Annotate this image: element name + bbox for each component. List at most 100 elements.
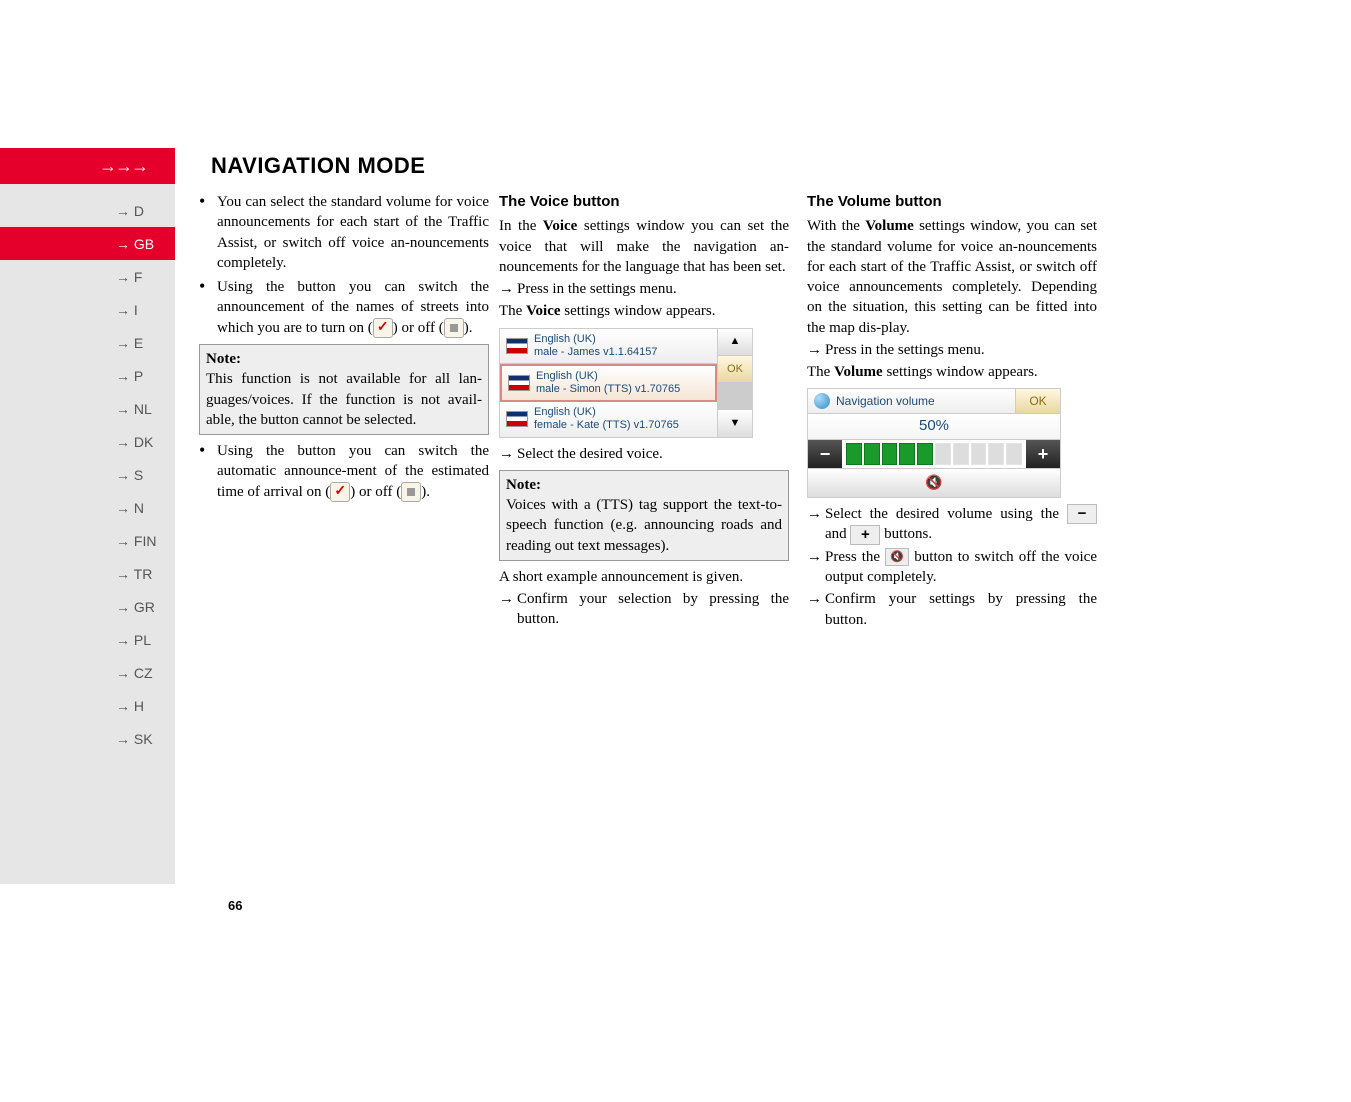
flag-icon [506, 338, 528, 354]
voice-option-text: English (UK)female - Kate (TTS) v1.70765 [534, 406, 679, 432]
sidebar-item[interactable]: → F [0, 260, 175, 293]
plus-button-inline: + [850, 525, 880, 545]
mute-button-inline: 🔇 [885, 548, 909, 566]
volume-panel: Navigation volume OK 50% − + 🔇 [807, 388, 1061, 497]
flag-icon [506, 411, 528, 427]
arrow-icon: → [807, 340, 825, 360]
flag-icon [508, 375, 530, 391]
sidebar-item[interactable]: → GR [0, 590, 175, 623]
volume-segment [846, 443, 862, 465]
sidebar-item[interactable]: → TR [0, 557, 175, 590]
voice-list-panel: English (UK)male - James v1.1.64157 Engli… [499, 328, 753, 438]
voice-list-side: ▲ OK ▼ [717, 329, 752, 437]
instruction-mute: → Press the 🔇 button to switch off the v… [807, 547, 1097, 588]
note-label: Note: [506, 475, 782, 495]
note-label: Note: [206, 349, 482, 369]
arrow-icon: → [499, 279, 517, 299]
speaker-mute-icon: 🔇 [925, 473, 942, 492]
voice-intro: In the Voice settings window you can set… [499, 216, 789, 277]
volume-increase-button[interactable]: + [1026, 440, 1060, 468]
language-sidebar: → D→ GB→ F→ I→ E→ P→ NL→ DK→ S→ N→ FIN→ … [0, 184, 175, 884]
scroll-up-button[interactable]: ▲ [718, 329, 752, 356]
checkbox-off-icon [401, 482, 421, 502]
note-text: Voices with a (TTS) tag support the text… [506, 495, 782, 556]
volume-segment [971, 443, 987, 465]
sidebar-item[interactable]: → P [0, 359, 175, 392]
volume-segment [917, 443, 933, 465]
arrow-icon: → [807, 589, 825, 630]
voice-option-row[interactable]: English (UK)female - Kate (TTS) v1.70765 [500, 402, 717, 436]
scroll-down-button[interactable]: ▼ [718, 410, 752, 436]
header-left-block: →→→ [0, 148, 175, 184]
arrow-icon: → [499, 589, 517, 630]
sidebar-item[interactable]: → DK [0, 425, 175, 458]
instruction-select-voice: → Select the desired voice. [499, 444, 789, 464]
note-text: This function is not available for all l… [206, 369, 482, 430]
sidebar-item[interactable]: → FIN [0, 524, 175, 557]
header-bar: →→→ NAVIGATION MODE [0, 148, 1351, 184]
header-arrows: →→→ [99, 156, 147, 177]
checkbox-on-icon: ✓ [330, 482, 350, 502]
voice-option-text: English (UK)male - Simon (TTS) v1.70765 [536, 370, 680, 396]
note-box-1: Note: This function is not available for… [199, 344, 489, 435]
column-3: The Volume button With the Volume settin… [807, 192, 1097, 884]
column-2: The Voice button In the Voice settings w… [499, 192, 789, 884]
voice-option-row[interactable]: English (UK)male - James v1.1.64157 [500, 329, 717, 364]
volume-decrease-button[interactable]: − [808, 440, 842, 468]
page-number: 66 [228, 898, 242, 913]
sidebar-item[interactable]: → N [0, 491, 175, 524]
bullet-1-text: You can select the standard volume for v… [217, 192, 489, 273]
bullet-icon: • [199, 441, 217, 502]
page-title: NAVIGATION MODE [211, 153, 425, 179]
arrow-icon: → [807, 504, 825, 545]
sidebar-item[interactable]: → H [0, 689, 175, 722]
arrow-icon: → [499, 444, 517, 464]
instruction-press-voice: → Press in the settings menu. [499, 279, 789, 299]
sidebar-item[interactable]: → I [0, 293, 175, 326]
volume-segment [988, 443, 1004, 465]
note-box-2: Note: Voices with a (TTS) tag support th… [499, 470, 789, 561]
instruction-confirm-voice: → Confirm your selection by pressing the… [499, 589, 789, 630]
instruction-confirm-volume: → Confirm your settings by pressing the … [807, 589, 1097, 630]
sidebar-item[interactable]: → GB [0, 227, 175, 260]
volume-segment [899, 443, 915, 465]
volume-segment [882, 443, 898, 465]
sidebar-item[interactable]: → D [0, 194, 175, 227]
voice-heading: The Voice button [499, 192, 789, 212]
sidebar-item[interactable]: → PL [0, 623, 175, 656]
volume-intro: With the Volume settings window, you can… [807, 216, 1097, 338]
volume-ok-button[interactable]: OK [1015, 389, 1060, 413]
volume-segment [1006, 443, 1022, 465]
column-1: • You can select the standard volume for… [199, 192, 489, 884]
checkbox-off-icon [444, 318, 464, 338]
instruction-select-volume: → Select the desired volume using the − … [807, 504, 1097, 545]
globe-icon [814, 393, 830, 409]
volume-mute-button[interactable]: 🔇 [808, 469, 1060, 497]
checkbox-on-icon: ✓ [373, 318, 393, 338]
instruction-press-volume: → Press in the settings menu. [807, 340, 1097, 360]
voice-option-row[interactable]: English (UK)male - Simon (TTS) v1.70765 [500, 364, 717, 402]
sidebar-item[interactable]: → CZ [0, 656, 175, 689]
example-announcement: A short example announcement is given. [499, 567, 789, 587]
bullet-2-text: Using the button you can switch the anno… [217, 277, 489, 338]
volume-window-appears: The Volume settings window appears. [807, 362, 1097, 382]
ok-button[interactable]: OK [718, 356, 752, 383]
scrollbar-track[interactable] [718, 383, 752, 410]
volume-panel-title: Navigation volume [808, 389, 1015, 413]
sidebar-item[interactable]: → E [0, 326, 175, 359]
volume-heading: The Volume button [807, 192, 1097, 212]
bullet-icon: • [199, 277, 217, 338]
sidebar-item[interactable]: → NL [0, 392, 175, 425]
voice-option-text: English (UK)male - James v1.1.64157 [534, 333, 658, 359]
sidebar-item[interactable]: → SK [0, 722, 175, 755]
volume-segment [935, 443, 951, 465]
arrow-icon: → [807, 547, 825, 588]
voice-window-appears: The Voice settings window appears. [499, 301, 789, 321]
volume-segment [864, 443, 880, 465]
volume-percentage: 50% [808, 414, 1060, 438]
volume-segment [953, 443, 969, 465]
bullet-icon: • [199, 192, 217, 273]
volume-bar [842, 440, 1026, 468]
minus-button-inline: − [1067, 504, 1097, 524]
sidebar-item[interactable]: → S [0, 458, 175, 491]
